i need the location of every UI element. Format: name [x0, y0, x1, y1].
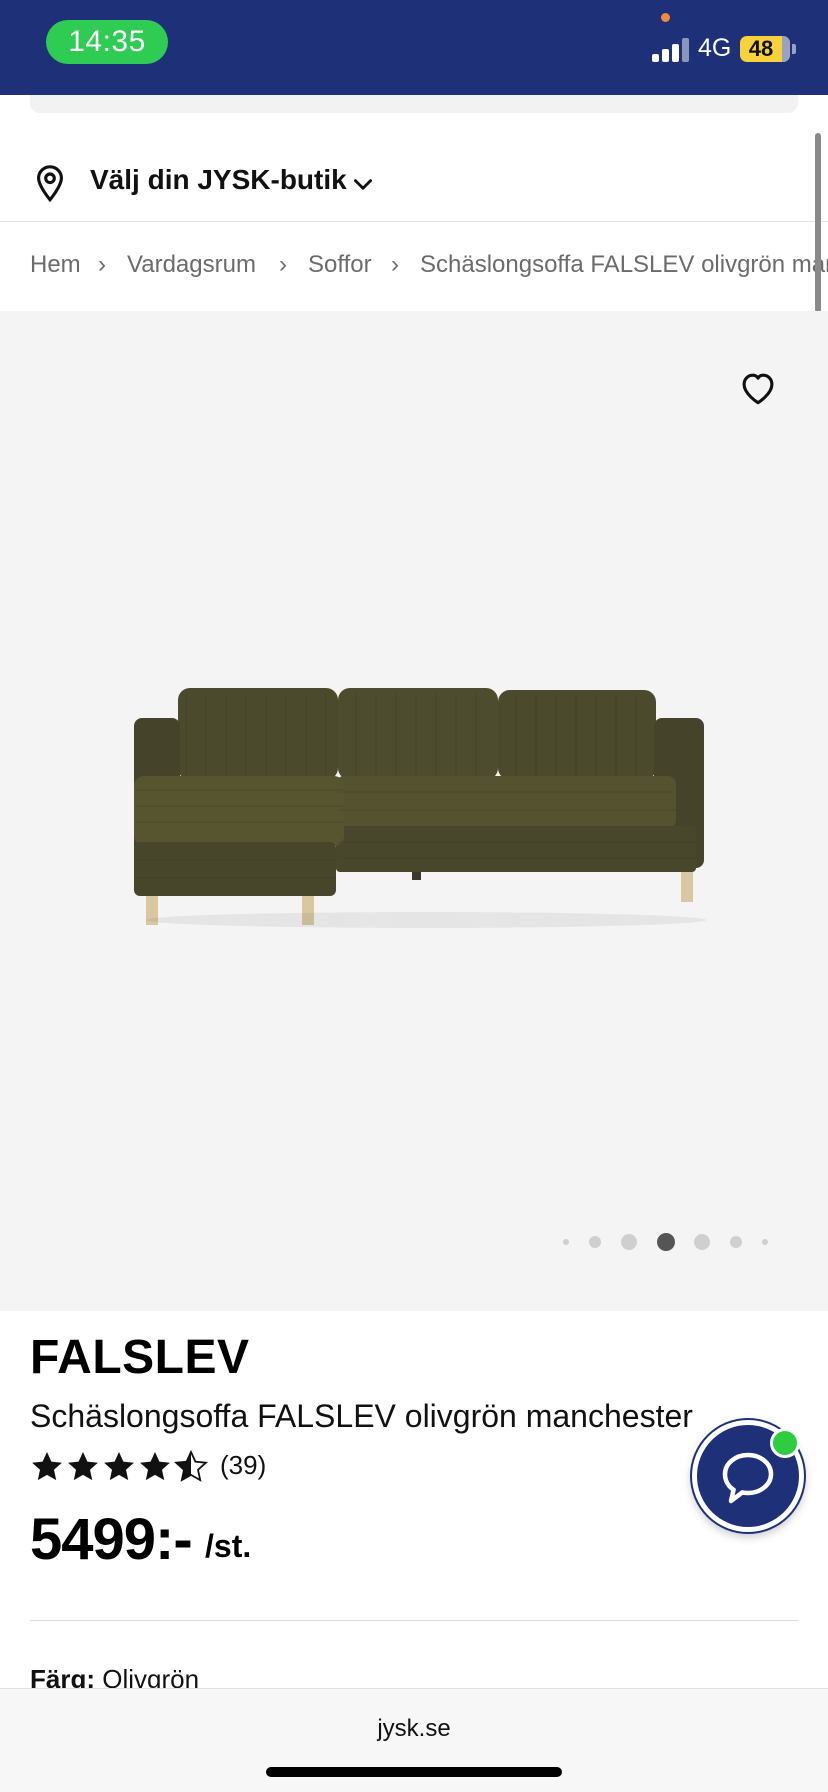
gallery-pagination[interactable]: [560, 1232, 780, 1252]
star-icon: [104, 1452, 134, 1481]
rating-stars[interactable]: [30, 1448, 210, 1486]
privacy-indicator-dot: [661, 13, 670, 22]
color-selection: Färg: Olivgrön: [30, 1664, 199, 1688]
star-icon: [140, 1452, 170, 1481]
gallery-dot[interactable]: [621, 1234, 637, 1250]
browser-url[interactable]: jysk.se: [0, 1715, 828, 1743]
heart-icon[interactable]: [738, 370, 778, 406]
home-indicator[interactable]: [266, 1767, 562, 1777]
color-label: Färg:: [30, 1664, 95, 1688]
section-divider: [30, 1620, 798, 1621]
breadcrumb-separator: ›: [279, 251, 287, 278]
chevron-down-icon: [354, 179, 372, 190]
breadcrumb-item-home[interactable]: Hem: [30, 251, 81, 279]
gallery-dot[interactable]: [589, 1236, 601, 1248]
breadcrumb-separator: ›: [391, 251, 399, 278]
location-pin-icon: [36, 165, 64, 203]
price-unit: /st.: [205, 1528, 252, 1564]
product-name: Schäslongsoffa FALSLEV olivgrön manchest…: [30, 1398, 693, 1434]
search-bar-edge: [30, 95, 798, 113]
store-picker-label: Välj din JYSK-butik: [90, 164, 347, 195]
half-star-icon: [175, 1451, 207, 1481]
breadcrumb: Hem › Vardagsrum › Soffor › Schäslongsof…: [0, 223, 828, 311]
battery-icon: 48: [740, 36, 790, 62]
product-price: 5499:-: [30, 1507, 193, 1572]
breadcrumb-item-current: Schäslongsoffa FALSLEV olivgrön manchest…: [420, 251, 828, 278]
gallery-dot-active[interactable]: [657, 1233, 675, 1251]
breadcrumb-separator: ›: [98, 251, 106, 278]
chat-bubble-icon: [722, 1452, 774, 1504]
product-brand: FALSLEV: [30, 1331, 250, 1384]
gallery-dot[interactable]: [563, 1239, 569, 1245]
gallery-dot[interactable]: [762, 1239, 768, 1245]
breadcrumb-item-vardagsrum[interactable]: Vardagsrum: [127, 251, 256, 279]
star-icon: [68, 1452, 98, 1481]
gallery-dot[interactable]: [694, 1234, 710, 1250]
page-scrollbar[interactable]: [815, 133, 821, 313]
review-count[interactable]: (39): [220, 1450, 266, 1481]
cellular-signal-icon: [652, 38, 690, 62]
battery-nub: [792, 44, 796, 54]
status-bar: 14:35 4G 48: [0, 0, 828, 95]
color-value: Olivgrön: [102, 1664, 200, 1688]
network-type: 4G: [698, 34, 732, 62]
status-time: 14:35: [46, 20, 168, 64]
gallery-dot[interactable]: [730, 1236, 742, 1248]
breadcrumb-item-soffor[interactable]: Soffor: [308, 251, 372, 279]
battery-level: 48: [748, 36, 774, 61]
product-image-sofa: [134, 688, 706, 928]
chat-online-indicator: [770, 1428, 800, 1458]
store-picker[interactable]: Välj din JYSK-butik: [0, 150, 828, 222]
star-icon: [32, 1452, 62, 1481]
